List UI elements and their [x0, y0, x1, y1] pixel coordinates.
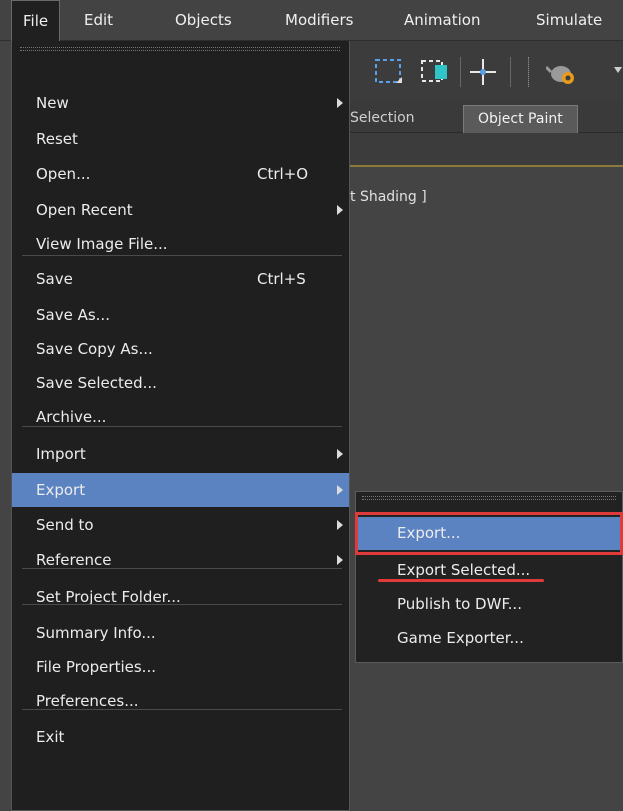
- menu-item-file-properties[interactable]: File Properties...: [12, 650, 349, 684]
- viewport[interactable]: t Shading ]: [350, 169, 623, 811]
- menu-item-label: Exit: [36, 728, 65, 746]
- menu-item-label: Import: [36, 445, 86, 463]
- submenu-item-publish-to-dwf[interactable]: Publish to DWF...: [357, 588, 621, 621]
- menu-item-label: Save As...: [36, 306, 110, 324]
- submenu-item-export-selected[interactable]: Export Selected...: [357, 554, 621, 587]
- window-crossing-icon[interactable]: [418, 55, 452, 89]
- menu-animation[interactable]: Animation: [404, 0, 480, 41]
- menu-item-save-as[interactable]: Save As...: [12, 298, 349, 332]
- menu-separator: [22, 604, 342, 605]
- submenu-item-game-exporter[interactable]: Game Exporter...: [357, 622, 621, 655]
- menu-item-label: View Image File...: [36, 235, 168, 253]
- menu-tearoff-grip[interactable]: [20, 47, 340, 51]
- menu-item-archive[interactable]: Archive...: [12, 400, 349, 434]
- menu-item-label: Open Recent: [36, 201, 133, 219]
- menu-item-open[interactable]: Open... Ctrl+O: [12, 157, 349, 191]
- menu-item-open-recent[interactable]: Open Recent: [12, 193, 349, 227]
- menu-item-save-selected[interactable]: Save Selected...: [12, 366, 349, 400]
- menu-separator: [22, 255, 342, 256]
- menu-item-label: File Properties...: [36, 658, 156, 676]
- menu-item-label: Save Copy As...: [36, 340, 153, 358]
- menu-edit[interactable]: Edit: [84, 0, 113, 41]
- submenu-arrow-icon: [337, 555, 343, 565]
- submenu-arrow-icon: [337, 98, 343, 108]
- file-menu: New Reset Open... Ctrl+O Open Recent View Ima…: [11, 41, 350, 811]
- menu-objects[interactable]: Objects: [175, 0, 232, 41]
- rect-select-icon[interactable]: [372, 55, 406, 89]
- menu-item-import[interactable]: Import: [12, 437, 349, 471]
- ribbon-tabs: Selection Object Paint: [350, 101, 623, 133]
- shortcut-label: Ctrl+O: [257, 165, 309, 183]
- menu-simulate[interactable]: Simulate: [536, 0, 602, 41]
- menu-item-summary-info[interactable]: Summary Info...: [12, 616, 349, 650]
- submenu-arrow-icon: [337, 520, 343, 530]
- menu-bar: File Edit Objects Modifiers Animation Si…: [0, 0, 623, 42]
- submenu-tearoff-grip[interactable]: [362, 496, 616, 500]
- toolbar-grip: [528, 57, 529, 87]
- tab-object-paint[interactable]: Object Paint: [463, 105, 578, 133]
- submenu-item-export[interactable]: Export...: [357, 517, 621, 550]
- menu-item-set-project-folder[interactable]: Set Project Folder...: [12, 580, 349, 614]
- menu-item-label: Reference: [36, 551, 112, 569]
- menu-item-exit[interactable]: Exit: [12, 720, 349, 754]
- menu-item-label: Save Selected...: [36, 374, 157, 392]
- menu-separator: [22, 709, 342, 710]
- move-icon[interactable]: [466, 55, 500, 89]
- menu-item-preferences[interactable]: Preferences...: [12, 684, 349, 718]
- menu-item-save[interactable]: Save Ctrl+S: [12, 262, 349, 296]
- menu-file[interactable]: File: [11, 0, 61, 42]
- submenu-arrow-icon: [337, 205, 343, 215]
- menu-item-label: Preferences...: [36, 692, 139, 710]
- menu-item-label: New: [36, 94, 69, 112]
- menu-item-save-copy-as[interactable]: Save Copy As...: [12, 332, 349, 366]
- teapot-render-icon[interactable]: [544, 55, 580, 89]
- ribbon-panel: [350, 133, 623, 167]
- viewport-shading-label[interactable]: t Shading ]: [350, 189, 427, 205]
- menu-separator: [22, 426, 342, 427]
- toolbar-divider: [510, 57, 511, 87]
- menu-item-label: Send to: [36, 516, 94, 534]
- menu-item-send-to[interactable]: Send to: [12, 508, 349, 542]
- main-toolbar: [350, 41, 623, 101]
- menu-item-label: Summary Info...: [36, 624, 156, 642]
- tab-selection[interactable]: Selection: [350, 105, 415, 133]
- menu-item-label: Export: [36, 481, 86, 499]
- menu-item-new[interactable]: New: [12, 86, 349, 120]
- menu-separator: [22, 568, 342, 569]
- menu-item-reference[interactable]: Reference: [12, 543, 349, 577]
- menu-item-label: Reset: [36, 130, 78, 148]
- dropdown-arrow-icon[interactable]: [614, 67, 622, 73]
- menu-item-reset[interactable]: Reset: [12, 122, 349, 156]
- menu-modifiers[interactable]: Modifiers: [285, 0, 353, 41]
- menu-item-label: Save: [36, 270, 73, 288]
- menu-item-export[interactable]: Export: [12, 473, 349, 507]
- toolbar-divider: [460, 57, 461, 87]
- submenu-arrow-icon: [337, 449, 343, 459]
- shortcut-label: Ctrl+S: [257, 270, 306, 288]
- menu-item-label: Archive...: [36, 408, 107, 426]
- submenu-arrow-icon: [337, 485, 343, 495]
- menu-item-label: Open...: [36, 165, 91, 183]
- export-submenu: Export... Export Selected... Publish to DW…: [355, 491, 623, 663]
